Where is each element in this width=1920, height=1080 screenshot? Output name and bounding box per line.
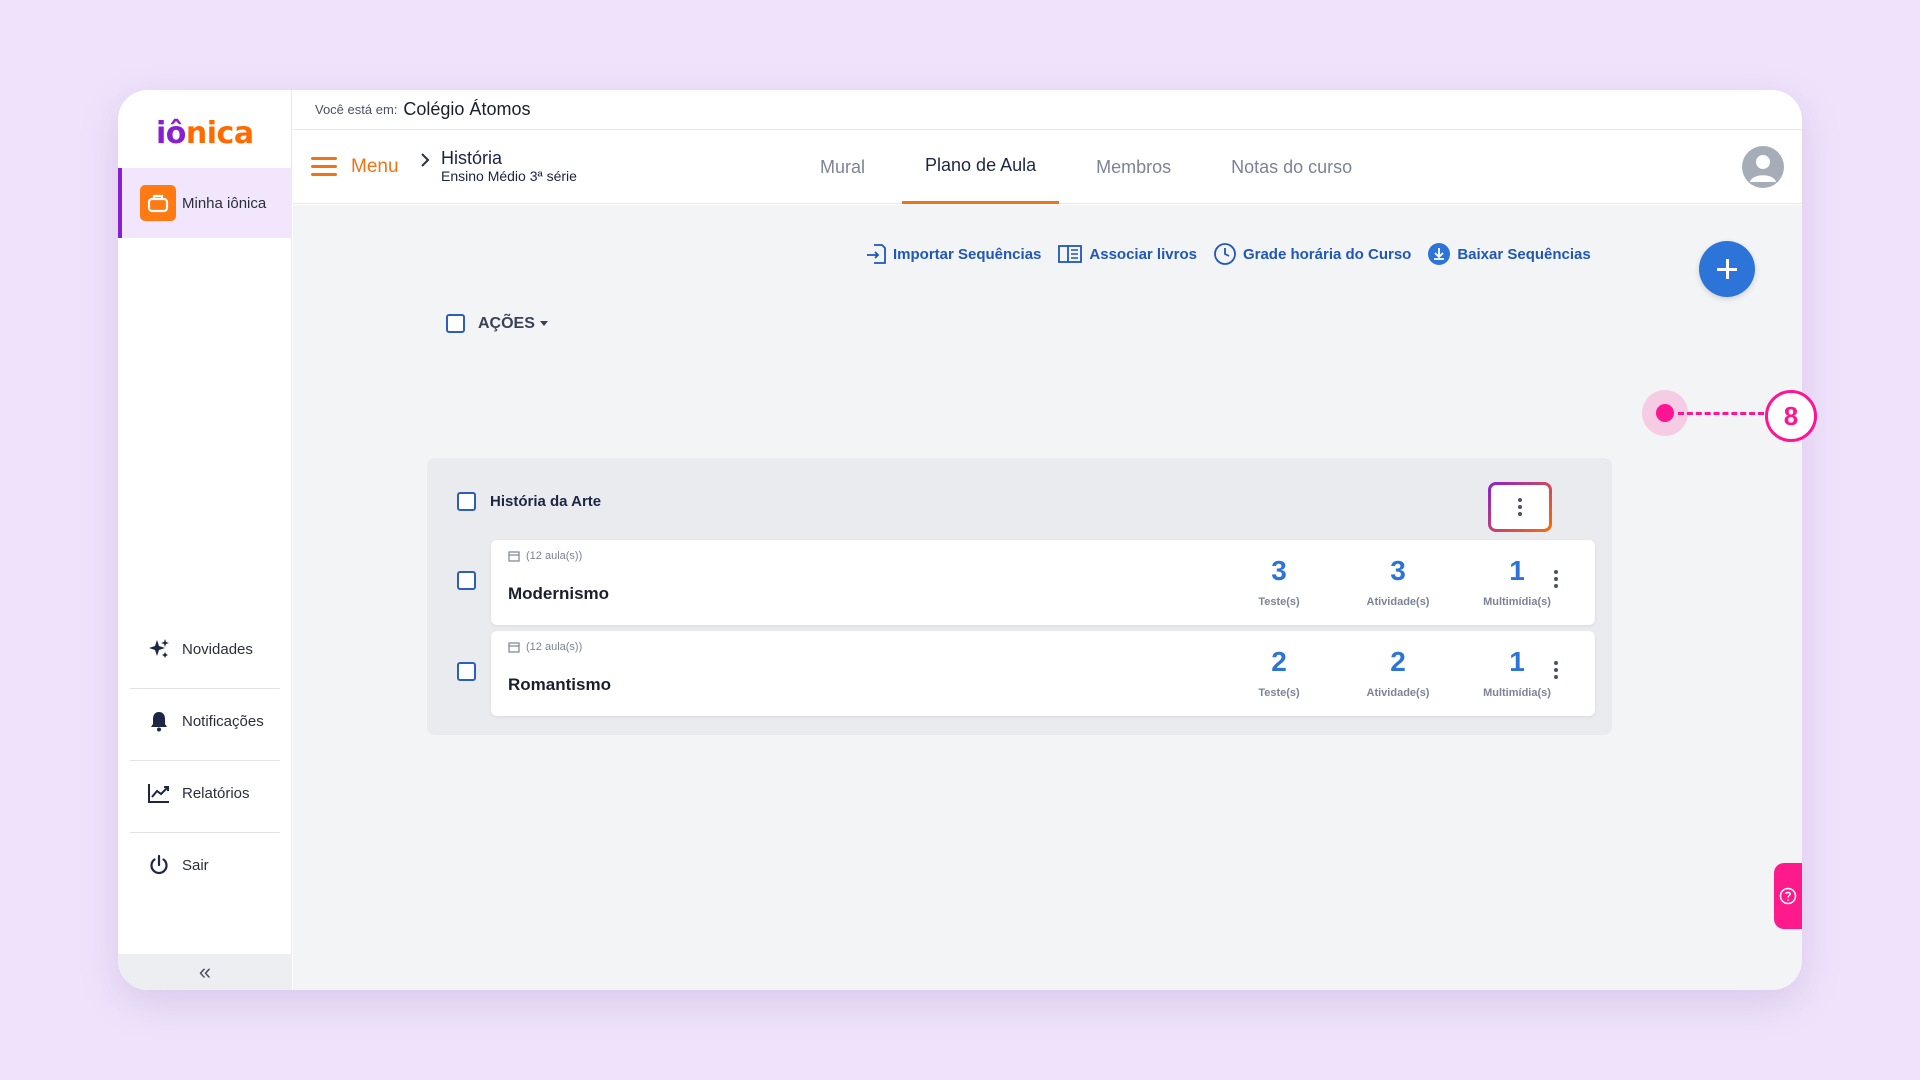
sequence-more-options-icon[interactable] [1554,659,1558,680]
suitcase-icon [140,185,176,221]
breadcrumb[interactable]: História Ensino Médio 3ª série [419,148,577,184]
collapse-sidebar-button[interactable]: « [118,954,292,990]
caret-down-icon[interactable] [539,321,548,326]
location-prefix: Você está em: [315,102,398,117]
ionica-logo[interactable]: iônica [156,116,254,156]
actions-dropdown[interactable]: AÇÕES [478,315,535,333]
course-title: História [441,148,503,168]
sidebar-item-label: Sair [182,856,209,874]
tests-stat: 3 Teste(s) [1258,555,1300,608]
calendar-icon [508,550,520,562]
kebab-icon [1518,497,1522,518]
location-bar: Você está em: Colégio Átomos [293,90,1802,130]
actions-bar: AÇÕES [446,314,548,333]
sidebar-item-label: Minha iônica [182,194,267,212]
school-name[interactable]: Colégio Átomos [403,99,530,120]
list-item[interactable]: (12 aula(s)) Modernismo 3 Teste(s) 3 Ati… [491,540,1595,625]
group-name: História da Arte [490,493,602,510]
user-icon [1750,155,1776,182]
course-subtitle: Ensino Médio 3ª série [441,168,577,184]
course-tabs: Mural Plano de Aula Membros Notas do cur… [797,130,1389,204]
annotation-dot [1656,404,1674,422]
annotation-connector [1678,412,1764,415]
sidebar-item-label: Relatórios [182,784,250,802]
calendar-icon [508,641,520,653]
hamburger-icon [311,157,337,177]
sequence-group: História da Arte (12 aula(s)) Modernismo… [427,458,1612,735]
download-icon [1427,242,1451,266]
sequence-title: Modernismo [508,584,610,603]
menu-label: Menu [351,156,399,177]
chevron-right-icon [421,153,430,167]
avatar[interactable] [1742,146,1784,188]
sidebar-item-label: Notificações [182,712,264,730]
multimedia-stat: 1 Multimídia(s) [1483,555,1551,608]
sidebar-item-notificacoes[interactable]: Notificações [130,686,280,756]
import-sequences-button[interactable]: Importar Sequências [865,243,1041,265]
bell-icon [146,708,172,734]
main-content: Importar Sequências Associar livros Grad… [293,205,1802,990]
tab-membros[interactable]: Membros [1073,130,1194,204]
course-schedule-button[interactable]: Grade horária do Curso [1213,242,1411,266]
group-checkbox[interactable] [457,492,476,511]
group-header: História da Arte [457,492,601,511]
sequence-title: Romantismo [508,675,611,694]
sequence-more-options-icon[interactable] [1554,568,1558,589]
download-sequences-button[interactable]: Baixar Sequências [1427,242,1591,266]
activities-stat: 3 Atividade(s) [1366,555,1430,608]
tab-plano-de-aula[interactable]: Plano de Aula [902,130,1060,204]
question-icon [1779,887,1797,905]
menu-button[interactable]: Menu [311,148,399,186]
list-item[interactable]: (12 aula(s)) Romantismo 2 Teste(s) 2 Ati… [491,631,1595,716]
import-icon [865,243,887,265]
sequence-toolbar: Importar Sequências Associar livros Grad… [865,242,1607,266]
annotation-number: 8 [1765,390,1817,442]
double-chevron-left-icon: « [198,959,212,984]
sidebar-item-sair[interactable]: Sair [130,830,280,900]
lesson-count: (12 aula(s)) [508,550,582,562]
course-nav-bar: Menu História Ensino Médio 3ª série Mura… [293,130,1802,204]
multimedia-stat: 1 Multimídia(s) [1483,646,1551,699]
clock-icon [1213,242,1237,266]
help-button[interactable] [1774,863,1802,929]
sidebar-item-novidades[interactable]: Novidades [130,614,280,684]
sidebar: iônica Minha iônica Novidades Notificaçõ… [118,90,292,990]
activities-stat: 2 Atividade(s) [1366,646,1430,699]
sidebar-item-minha-ionica[interactable]: Minha iônica [118,168,292,238]
associate-books-button[interactable]: Associar livros [1057,243,1197,265]
lesson-count: (12 aula(s)) [508,641,582,653]
select-all-checkbox[interactable] [446,314,465,333]
sidebar-item-relatorios[interactable]: Relatórios [130,758,280,828]
tab-mural[interactable]: Mural [797,130,888,204]
chart-icon [146,780,172,806]
tests-stat: 2 Teste(s) [1258,646,1300,699]
sparkle-icon [146,636,172,662]
sidebar-item-label: Novidades [182,640,253,658]
app-window: iônica Minha iônica Novidades Notificaçõ… [118,90,1802,990]
power-icon [146,852,172,878]
add-button[interactable] [1699,241,1755,297]
book-icon [1057,243,1083,265]
tab-notas-do-curso[interactable]: Notas do curso [1208,130,1375,204]
sequence-checkbox[interactable] [457,662,476,681]
sequence-checkbox[interactable] [457,571,476,590]
group-more-options-button[interactable] [1488,482,1552,532]
